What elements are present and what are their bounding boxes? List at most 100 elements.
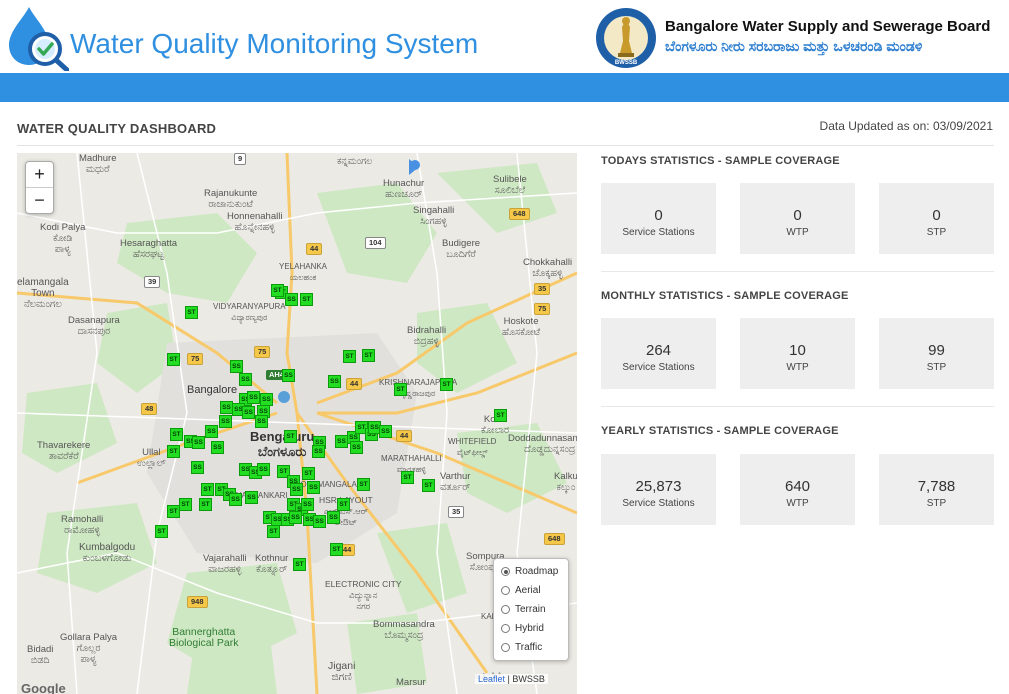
service-station-marker[interactable]: SS [192, 436, 205, 449]
stp-station-marker[interactable]: ST [155, 525, 168, 538]
google-logo: Google [21, 681, 66, 694]
layer-option-label: Aerial [515, 585, 541, 596]
leaflet-link[interactable]: Leaflet [478, 674, 505, 684]
stp-station-marker[interactable]: ST [167, 445, 180, 458]
stat-label: STP [926, 227, 947, 238]
stat-label: Service Stations [622, 362, 695, 373]
place-label: Singahalli ಸಿಂಗಹಳ್ಳಿ [413, 205, 455, 227]
emblem-text: BWSSB [615, 60, 638, 66]
place-label: Dasanapura ದಾಸನಪುರ [68, 315, 120, 337]
stp-station-marker[interactable]: ST [271, 284, 284, 297]
place-label: Ramohalli ರಾಮೋಹಳ್ಳಿ [61, 514, 104, 536]
section-divider [601, 406, 994, 407]
radio-selected-icon[interactable] [501, 567, 510, 576]
service-station-marker[interactable]: SS [285, 293, 298, 306]
service-station-marker[interactable]: SS [379, 425, 392, 438]
service-station-marker[interactable]: SS [327, 511, 340, 524]
layer-option-roadmap[interactable]: Roadmap [494, 562, 568, 581]
stat-value: 0 [932, 207, 941, 224]
stp-station-marker[interactable]: ST [494, 409, 507, 422]
service-station-marker[interactable]: SS [255, 415, 268, 428]
place-label: ELECTRONIC CITY ವಿದ್ಯುನ್ನಾನ ನಗರ [325, 579, 402, 611]
service-station-marker[interactable]: SS [230, 360, 243, 373]
stp-station-marker[interactable]: ST [337, 498, 350, 511]
stp-station-marker[interactable]: ST [302, 467, 315, 480]
radio-icon[interactable] [501, 624, 510, 633]
place-label: Doddadunnasandraದೊಡ್ಡದುನ್ನಸಂದ್ರ [508, 433, 577, 455]
layer-option-hybrid[interactable]: Hybrid [494, 619, 568, 638]
service-station-marker[interactable]: SS [242, 406, 255, 419]
stp-station-marker[interactable]: ST [284, 430, 297, 443]
service-station-marker[interactable]: SS [313, 515, 326, 528]
place-label: Vajarahalli ವಾಜರಹಳ್ಳಿ [203, 553, 247, 575]
app-header: Water Quality Monitoring System BWSSB Ba… [0, 0, 1009, 73]
service-station-marker[interactable]: SS [289, 511, 302, 524]
stat-card-wtp: 640 WTP [740, 454, 855, 525]
place-label: Jigani ಜಿಗಣಿ [328, 660, 356, 683]
zoom-control: + − [25, 161, 54, 214]
service-station-marker[interactable]: SS [229, 493, 242, 506]
radio-icon[interactable] [501, 643, 510, 652]
layer-option-aerial[interactable]: Aerial [494, 581, 568, 600]
map-view[interactable]: 9 648 104 44 39 35 75 75 75 AH4 44 48 44… [17, 153, 577, 694]
service-station-marker[interactable]: SS [328, 375, 341, 388]
stp-station-marker[interactable]: ST [422, 479, 435, 492]
place-label: Budigere ಬೂದಿಗೆರೆ [442, 238, 481, 260]
stp-station-marker[interactable]: ST [201, 483, 214, 496]
stp-station-marker[interactable]: ST [167, 505, 180, 518]
service-station-marker[interactable]: SS [239, 373, 252, 386]
layer-option-traffic[interactable]: Traffic [494, 638, 568, 657]
dashboard-title: WATER QUALITY DASHBOARD [17, 121, 217, 136]
radio-icon[interactable] [501, 605, 510, 614]
stp-station-marker[interactable]: ST [401, 471, 414, 484]
service-station-marker[interactable]: SS [191, 461, 204, 474]
stat-label: STP [926, 498, 947, 509]
place-label: Thavarekere ತಾವರೆಕೆರೆ [37, 440, 91, 462]
place-label: Madhure ಮಧುರೆ [79, 153, 117, 175]
layer-option-terrain[interactable]: Terrain [494, 600, 568, 619]
service-station-marker[interactable]: SS [350, 441, 363, 454]
stat-card-wtp: 0 WTP [740, 183, 855, 254]
service-station-marker[interactable]: SS [307, 481, 320, 494]
place-label: Rajanukunte ರಾಜಾನುಕುಂಟೆ [204, 188, 258, 210]
service-station-marker[interactable]: SS [247, 391, 260, 404]
service-station-marker[interactable]: SS [211, 441, 224, 454]
service-station-marker[interactable]: SS [301, 498, 314, 511]
stp-station-marker[interactable]: ST [330, 543, 343, 556]
service-station-marker[interactable]: SS [290, 483, 303, 496]
service-station-marker[interactable]: SS [219, 415, 232, 428]
service-station-marker[interactable]: SS [282, 369, 295, 382]
stat-value: 99 [928, 342, 945, 359]
place-label: Hunachur ಹುಣಚೂರ್ [383, 178, 425, 200]
radio-icon[interactable] [501, 586, 510, 595]
stp-station-marker[interactable]: ST [170, 428, 183, 441]
stp-station-marker[interactable]: ST [394, 383, 407, 396]
place-label: Ullal ಉಲ್ಲಾಲ್ [137, 447, 166, 469]
attribution-text: | BWSSB [507, 674, 545, 684]
layer-option-label: Hybrid [515, 623, 544, 634]
stp-station-marker[interactable]: ST [199, 498, 212, 511]
stp-station-marker[interactable]: ST [362, 349, 375, 362]
service-station-marker[interactable]: SS [245, 491, 258, 504]
stp-station-marker[interactable]: ST [343, 350, 356, 363]
stat-card-wtp: 10 WTP [740, 318, 855, 389]
stat-label: WTP [786, 498, 809, 509]
service-station-marker[interactable]: SS [205, 425, 218, 438]
zoom-in-button[interactable]: + [26, 162, 53, 187]
stp-station-marker[interactable]: ST [293, 558, 306, 571]
stp-station-marker[interactable]: ST [179, 498, 192, 511]
stat-value: 0 [793, 207, 802, 224]
stat-card-stp: 99 STP [879, 318, 994, 389]
stp-station-marker[interactable]: ST [267, 525, 280, 538]
stp-station-marker[interactable]: ST [167, 353, 180, 366]
stat-value: 264 [645, 342, 672, 359]
stp-station-marker[interactable]: ST [440, 378, 453, 391]
service-station-marker[interactable]: SS [312, 445, 325, 458]
place-label: elamangala Town ನೆಲಮಂಗಲ [17, 277, 69, 310]
zoom-out-button[interactable]: − [26, 187, 53, 213]
stat-label: WTP [786, 362, 809, 373]
stp-station-marker[interactable]: ST [300, 293, 313, 306]
stp-station-marker[interactable]: ST [357, 478, 370, 491]
stp-station-marker[interactable]: ST [185, 306, 198, 319]
service-station-marker[interactable]: SS [257, 463, 270, 476]
